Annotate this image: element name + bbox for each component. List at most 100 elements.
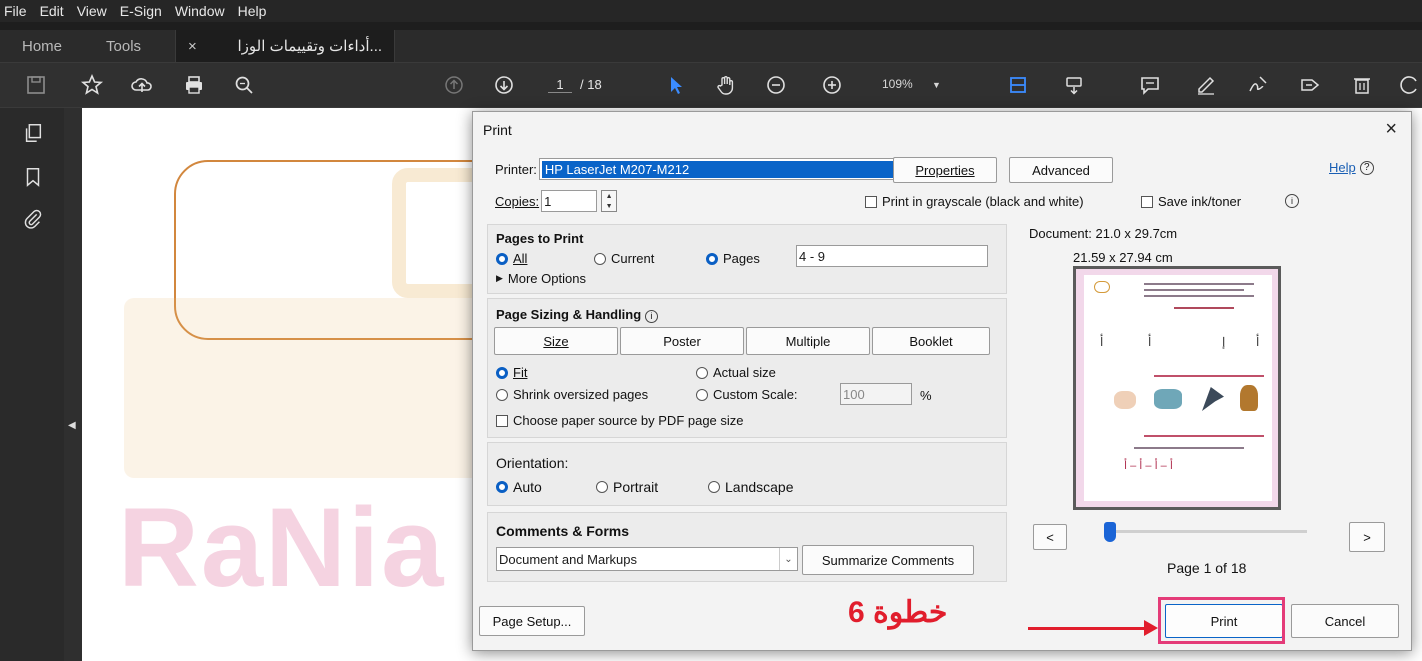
tab-close-icon[interactable]: × (188, 38, 197, 55)
bookmark-icon[interactable] (22, 166, 44, 188)
page-slider-thumb[interactable] (1104, 522, 1116, 542)
pages-panel-icon[interactable] (22, 122, 44, 144)
upload-cloud-icon[interactable] (128, 71, 156, 99)
grayscale-option[interactable]: Print in grayscale (black and white) (865, 194, 1084, 209)
landscape-radio[interactable] (708, 481, 720, 493)
poster-tab[interactable]: Poster (620, 327, 744, 355)
scroll-mode-icon[interactable] (1060, 71, 1088, 99)
size-tab[interactable]: Size (494, 327, 618, 355)
previous-page-button[interactable]: < (1033, 524, 1067, 550)
next-page-icon[interactable] (490, 71, 518, 99)
info-icon[interactable]: i (644, 309, 658, 323)
page-preview-content: أ أ إ أ أ – أ – أ – أ (1084, 275, 1272, 501)
paper-size: 21.59 x 27.94 cm (1073, 250, 1173, 265)
pages-radio[interactable] (706, 252, 718, 265)
booklet-tab[interactable]: Booklet (872, 327, 990, 355)
properties-button[interactable]: Properties (893, 157, 997, 183)
landscape-option[interactable]: Landscape (708, 479, 794, 495)
save-ink-checkbox[interactable] (1141, 195, 1153, 208)
custom-scale-option[interactable]: Custom Scale: (696, 387, 798, 402)
current-radio[interactable] (594, 252, 606, 265)
custom-scale-input[interactable]: 100 (840, 383, 912, 405)
select-cursor-icon[interactable] (662, 71, 690, 99)
tab-document[interactable]: × أداءات وتقييمات الوزا... (175, 30, 396, 62)
highlight-pen-icon[interactable] (1192, 71, 1220, 99)
page-number-input[interactable]: 1 (548, 77, 572, 93)
zoom-out-icon[interactable] (762, 71, 790, 99)
zoom-dropdown-icon: ▼ (932, 80, 941, 90)
previous-page-icon[interactable] (440, 71, 468, 99)
percent-label: % (920, 388, 932, 403)
portrait-radio[interactable] (596, 481, 608, 493)
comments-select[interactable]: Document and Markups ⌄ (496, 547, 798, 571)
printer-select[interactable]: HP LaserJet M207-M212 ⌄ (538, 158, 913, 180)
attachment-icon[interactable] (22, 208, 44, 230)
menu-file[interactable]: File (4, 3, 27, 19)
custom-scale-radio[interactable] (696, 388, 708, 401)
advanced-button[interactable]: Advanced (1009, 157, 1113, 183)
left-rail (0, 108, 66, 661)
page-indicator: 1 / 18 (548, 77, 602, 93)
sign-icon[interactable] (1244, 71, 1272, 99)
multiple-tab[interactable]: Multiple (746, 327, 870, 355)
page-setup-button[interactable]: Page Setup... (479, 606, 585, 636)
shrink-option[interactable]: Shrink oversized pages (496, 387, 648, 402)
trash-icon[interactable] (1348, 71, 1376, 99)
send-file-icon[interactable] (1296, 71, 1324, 99)
copies-input[interactable]: 1 (541, 190, 598, 212)
star-icon[interactable] (78, 71, 106, 99)
save-icon[interactable] (22, 71, 50, 99)
zoom-search-icon[interactable] (230, 71, 258, 99)
zoom-level[interactable]: 109% ▼ (882, 77, 941, 91)
caret-right-icon: ▶ (496, 273, 503, 283)
page-total: / 18 (580, 77, 602, 92)
annotation-arrow-line (1028, 627, 1146, 630)
menu-window[interactable]: Window (175, 3, 225, 19)
menu-edit[interactable]: Edit (40, 3, 64, 19)
current-option[interactable]: Current (594, 251, 654, 266)
copies-stepper[interactable]: ▲ ▼ (601, 190, 618, 212)
comment-icon[interactable] (1136, 71, 1164, 99)
fit-option[interactable]: Fit (496, 365, 527, 380)
info-icon[interactable]: i (1285, 194, 1299, 208)
help-link[interactable]: Help (1329, 160, 1356, 175)
next-page-button[interactable]: > (1349, 522, 1385, 552)
tab-home[interactable]: Home (0, 30, 84, 62)
tab-tools[interactable]: Tools (84, 30, 163, 62)
help-circle-icon[interactable]: ? (1359, 160, 1374, 175)
auto-radio[interactable] (496, 481, 508, 493)
all-radio[interactable] (496, 252, 508, 265)
print-button-highlight (1158, 597, 1285, 644)
printer-label: Printer: (495, 161, 537, 177)
cancel-button[interactable]: Cancel (1291, 604, 1399, 638)
page-slider-track[interactable] (1107, 530, 1307, 533)
more-options-toggle[interactable]: ▶ More Options (496, 271, 586, 286)
print-icon[interactable] (180, 71, 208, 99)
fit-radio[interactable] (496, 366, 508, 379)
shrink-radio[interactable] (496, 388, 508, 401)
menu-help[interactable]: Help (238, 3, 267, 19)
close-icon[interactable]: × (1385, 118, 1397, 141)
portrait-option[interactable]: Portrait (596, 479, 658, 495)
paper-source-checkbox[interactable] (496, 414, 508, 427)
grayscale-checkbox[interactable] (865, 195, 877, 208)
tab-document-label: أداءات وتقييمات الوزا... (237, 38, 383, 55)
pages-to-print-panel: Pages to Print All Current Pages 4 - 9 ▶… (487, 224, 1007, 294)
pages-range-input[interactable]: 4 - 9 (796, 245, 988, 267)
more-tools-icon[interactable] (1396, 71, 1422, 99)
fit-page-icon[interactable] (1004, 71, 1032, 99)
collapse-panel-handle[interactable]: ◀ (64, 108, 82, 661)
summarize-comments-button[interactable]: Summarize Comments (802, 545, 974, 575)
auto-option[interactable]: Auto (496, 479, 542, 495)
hand-tool-icon[interactable] (712, 71, 740, 99)
chevron-down-icon: ⌄ (779, 548, 797, 570)
actual-size-option[interactable]: Actual size (696, 365, 776, 380)
actual-size-radio[interactable] (696, 366, 708, 379)
zoom-in-icon[interactable] (818, 71, 846, 99)
save-ink-option[interactable]: Save ink/toner (1141, 194, 1241, 209)
all-option[interactable]: All (496, 251, 527, 266)
menu-esign[interactable]: E-Sign (120, 3, 162, 19)
pages-option[interactable]: Pages (706, 251, 760, 266)
menu-view[interactable]: View (77, 3, 107, 19)
paper-source-option[interactable]: Choose paper source by PDF page size (496, 413, 744, 428)
